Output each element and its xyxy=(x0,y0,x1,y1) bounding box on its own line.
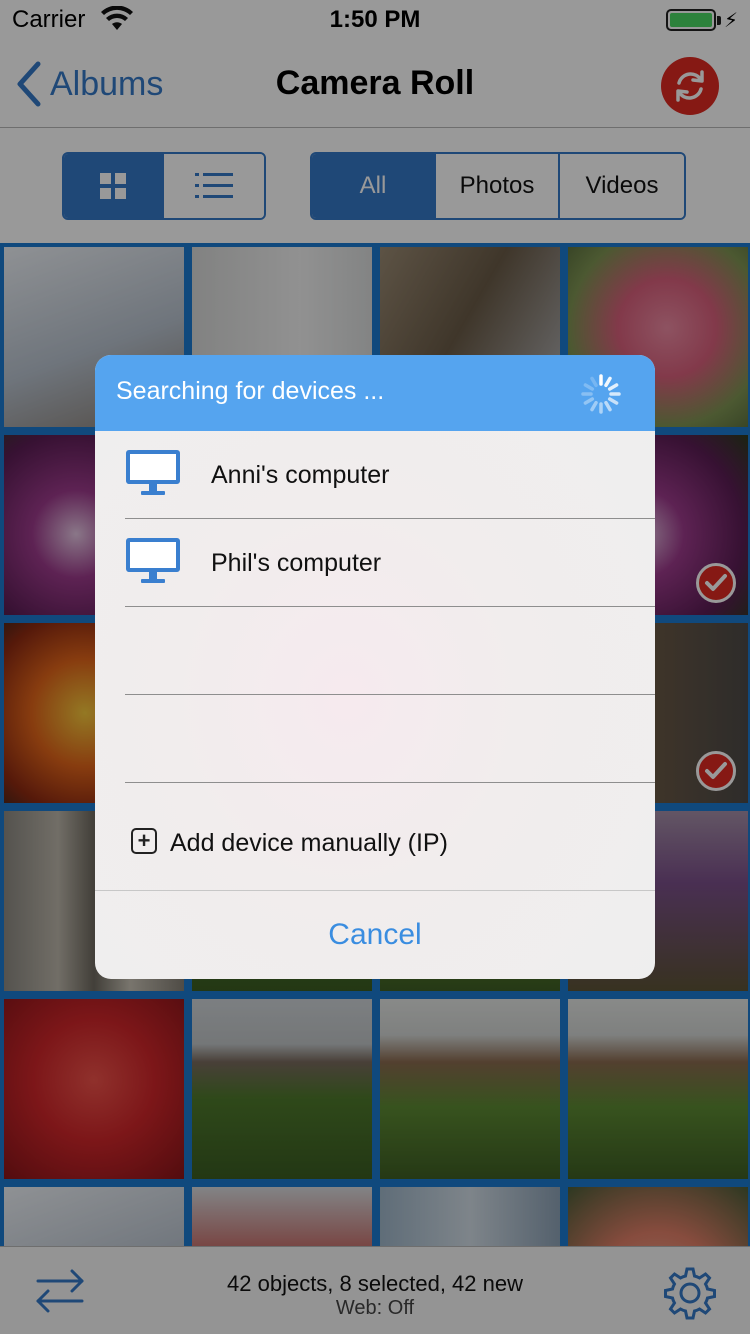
cancel-button[interactable]: Cancel xyxy=(95,891,655,979)
device-name: Anni's computer xyxy=(211,461,390,489)
row-divider xyxy=(125,782,655,783)
computer-icon xyxy=(126,538,180,583)
empty-device-slot xyxy=(95,695,655,783)
device-list-item[interactable]: Phil's computer xyxy=(95,519,655,607)
device-list-item[interactable]: Anni's computer xyxy=(95,431,655,519)
add-device-manually-button[interactable]: + Add device manually (IP) xyxy=(95,803,655,891)
dialog-title: Searching for devices ... xyxy=(116,377,385,405)
plus-icon: + xyxy=(131,828,157,854)
add-device-label: Add device manually (IP) xyxy=(170,829,448,857)
device-name: Phil's computer xyxy=(211,549,382,577)
computer-icon xyxy=(126,450,180,495)
dialog-header: Searching for devices ... xyxy=(95,355,655,431)
empty-device-slot xyxy=(95,607,655,695)
device-search-dialog: Searching for devices ... Anni's compute… xyxy=(95,355,655,979)
loading-spinner-icon xyxy=(581,374,621,414)
